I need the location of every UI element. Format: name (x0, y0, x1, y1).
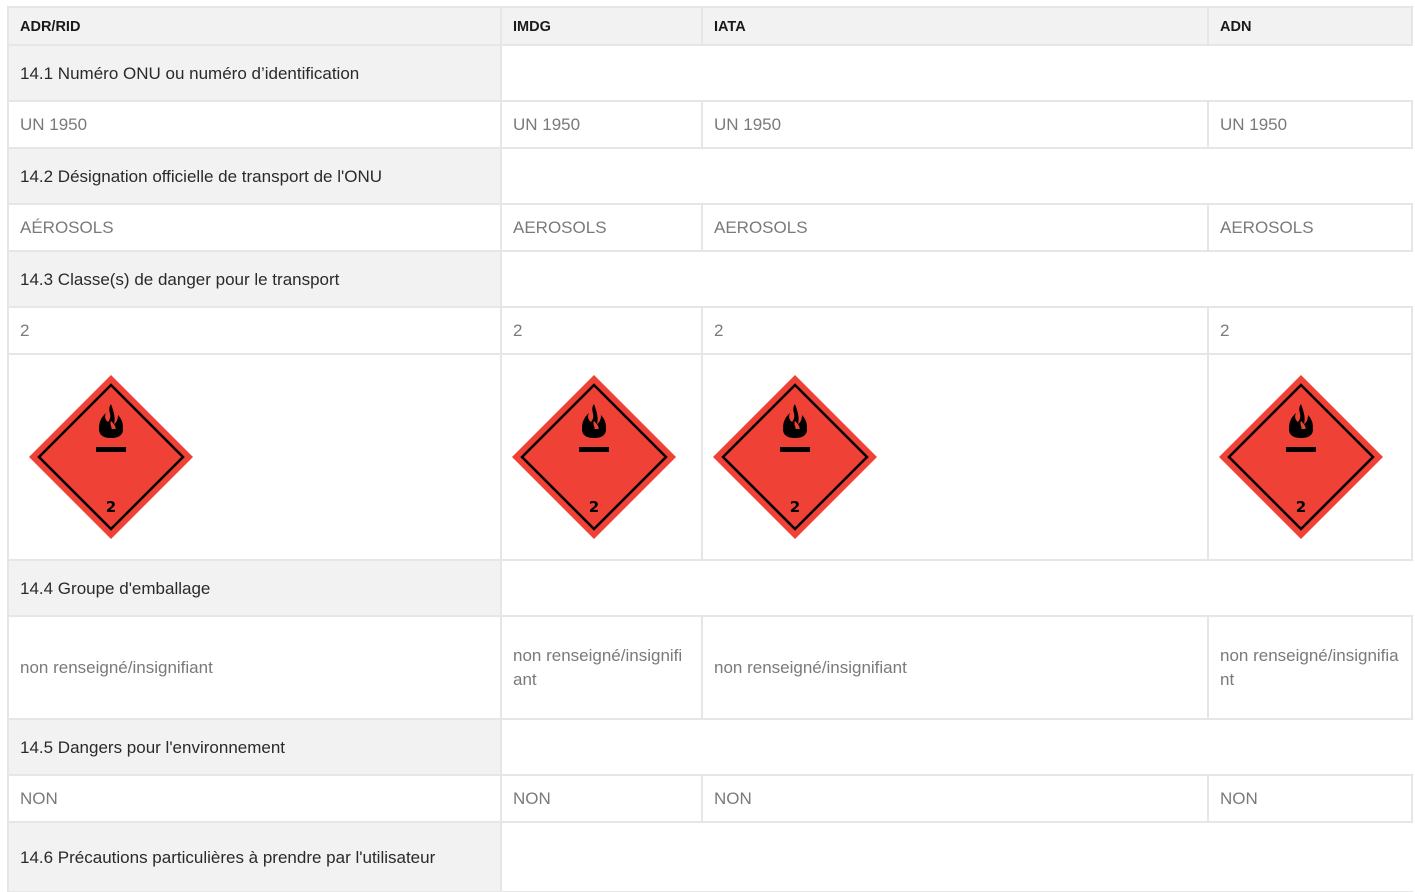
header-iata: IATA (701, 6, 1209, 46)
value-cell-iata: UN 1950 (701, 100, 1209, 149)
pictogram-cell-adr (7, 353, 502, 561)
pictogram-cell-adn (1207, 353, 1413, 561)
value-cell-adn: non renseigné/insignifiant (1207, 615, 1413, 720)
header-adn: ADN (1207, 6, 1413, 46)
value-cell-adn: AEROSOLS (1207, 203, 1413, 252)
pictogram-row (7, 353, 1413, 561)
pictogram-cell-iata (701, 353, 1209, 561)
value-cell-imdg: UN 1950 (500, 100, 703, 149)
transport-info-frame: ADR/RID IMDG IATA ADN 14.1 Numéro ONU ou… (0, 0, 1415, 892)
section-title: 14.6 Précautions particulières à prendre… (7, 821, 502, 892)
value-cell-adr: 2 (7, 306, 502, 355)
value-cell-adr: AÉROSOLS (7, 203, 502, 252)
value-cell-adr: UN 1950 (7, 100, 502, 149)
value-cell-iata: non renseigné/insignifiant (701, 615, 1209, 720)
transport-table: ADR/RID IMDG IATA ADN 14.1 Numéro ONU ou… (7, 6, 1413, 892)
value-row-14-5: NON NON NON NON (7, 774, 1413, 823)
section-row-14-6: 14.6 Précautions particulières à prendre… (7, 821, 1413, 892)
section-title: 14.2 Désignation officielle de transport… (7, 147, 502, 205)
header-row: ADR/RID IMDG IATA ADN (7, 6, 1413, 46)
flammable-gas-class-2-icon (1219, 375, 1383, 539)
section-row-14-3: 14.3 Classe(s) de danger pour le transpo… (7, 250, 1413, 308)
value-cell-adn: 2 (1207, 306, 1413, 355)
flammable-gas-class-2-icon (512, 375, 676, 539)
section-title: 14.1 Numéro ONU ou numéro d’identificati… (7, 44, 502, 102)
flammable-gas-class-2-icon (713, 375, 877, 539)
value-cell-iata: 2 (701, 306, 1209, 355)
value-cell-imdg: NON (500, 774, 703, 823)
section-title: 14.4 Groupe d'emballage (7, 559, 502, 617)
flammable-gas-class-2-icon (29, 375, 193, 539)
value-cell-adr: NON (7, 774, 502, 823)
section-title: 14.5 Dangers pour l'environnement (7, 718, 502, 776)
value-cell-adn: UN 1950 (1207, 100, 1413, 149)
section-row-14-2: 14.2 Désignation officielle de transport… (7, 147, 1413, 205)
value-cell-adr: non renseigné/insignifiant (7, 615, 502, 720)
section-title: 14.3 Classe(s) de danger pour le transpo… (7, 250, 502, 308)
value-row-14-1: UN 1950 UN 1950 UN 1950 UN 1950 (7, 100, 1413, 149)
section-row-14-1: 14.1 Numéro ONU ou numéro d’identificati… (7, 44, 1413, 102)
value-cell-iata: NON (701, 774, 1209, 823)
value-cell-adn: NON (1207, 774, 1413, 823)
value-cell-iata: AEROSOLS (701, 203, 1209, 252)
header-adr-rid: ADR/RID (7, 6, 502, 46)
value-row-14-4: non renseigné/insignifiant non renseigné… (7, 615, 1413, 720)
pictogram-cell-imdg (500, 353, 703, 561)
value-cell-imdg: 2 (500, 306, 703, 355)
value-row-14-3: 2 2 2 2 (7, 306, 1413, 355)
section-row-14-4: 14.4 Groupe d'emballage (7, 559, 1413, 617)
value-cell-imdg: AEROSOLS (500, 203, 703, 252)
value-cell-imdg: non renseigné/insignifiant (500, 615, 703, 720)
value-row-14-2: AÉROSOLS AEROSOLS AEROSOLS AEROSOLS (7, 203, 1413, 252)
section-row-14-5: 14.5 Dangers pour l'environnement (7, 718, 1413, 776)
header-imdg: IMDG (500, 6, 703, 46)
